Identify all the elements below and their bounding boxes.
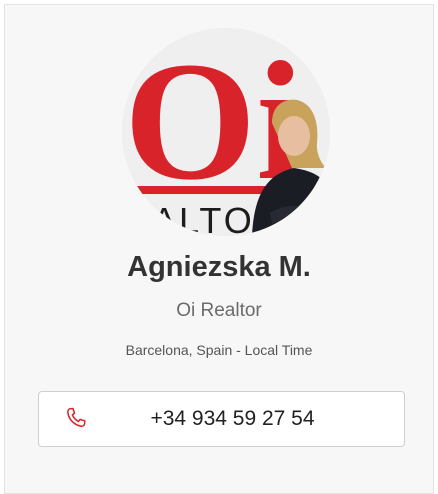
- agent-photo: Oi ALTO: [122, 28, 330, 236]
- agent-name: Agniezska M.: [127, 251, 311, 283]
- call-button[interactable]: +34 934 59 27 54: [38, 391, 405, 447]
- photo-sign-text: ALTO: [152, 200, 255, 236]
- phone-number: +34 934 59 27 54: [150, 407, 315, 430]
- agent-location: Barcelona, Spain - Local Time: [125, 342, 313, 358]
- agent-company: Oi Realtor: [176, 300, 262, 321]
- avatar: Oi ALTO: [122, 28, 330, 236]
